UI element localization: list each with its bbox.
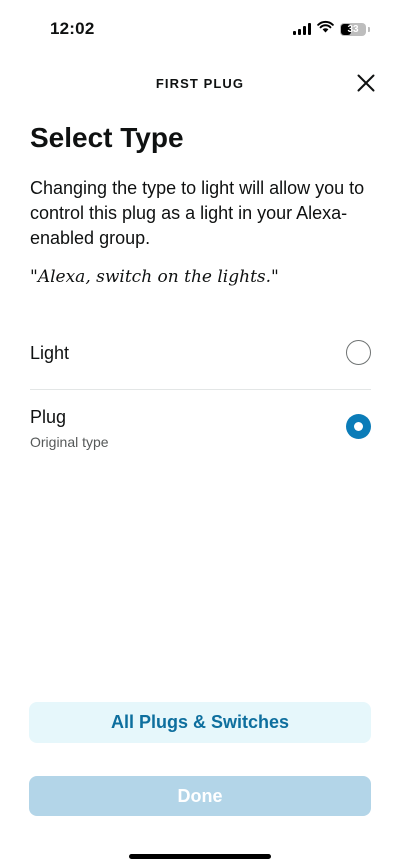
voice-command-example: "Alexa, switch on the lights." xyxy=(30,267,279,287)
status-time: 12:02 xyxy=(50,19,95,38)
battery-icon: 33 xyxy=(340,22,366,36)
done-button[interactable]: Done xyxy=(29,776,371,816)
radio-unselected-icon[interactable] xyxy=(346,340,371,365)
option-plug[interactable]: Plug Original type xyxy=(30,391,371,461)
option-light[interactable]: Light xyxy=(30,334,371,390)
home-indicator xyxy=(129,854,271,859)
cellular-signal-icon xyxy=(293,23,311,35)
close-icon xyxy=(357,74,375,92)
radio-selected-icon[interactable] xyxy=(346,414,371,439)
option-light-label: Light xyxy=(30,343,70,363)
wifi-icon xyxy=(317,20,334,38)
header-title: FIRST PLUG xyxy=(155,76,245,91)
type-description: Changing the type to light will allow yo… xyxy=(30,178,365,248)
all-plugs-switches-button[interactable]: All Plugs & Switches xyxy=(29,702,371,743)
option-plug-label: Plug xyxy=(30,407,67,427)
status-bar: 12:02 33 xyxy=(0,0,400,60)
status-icons: 33 xyxy=(293,20,370,38)
battery-level: 33 xyxy=(347,23,359,35)
screen: 12:02 33 FIRST PLUG Select Type Changing… xyxy=(0,0,400,867)
close-button[interactable] xyxy=(354,71,378,95)
option-plug-sublabel: Original type xyxy=(30,434,109,450)
page-title: Select Type xyxy=(30,122,184,153)
